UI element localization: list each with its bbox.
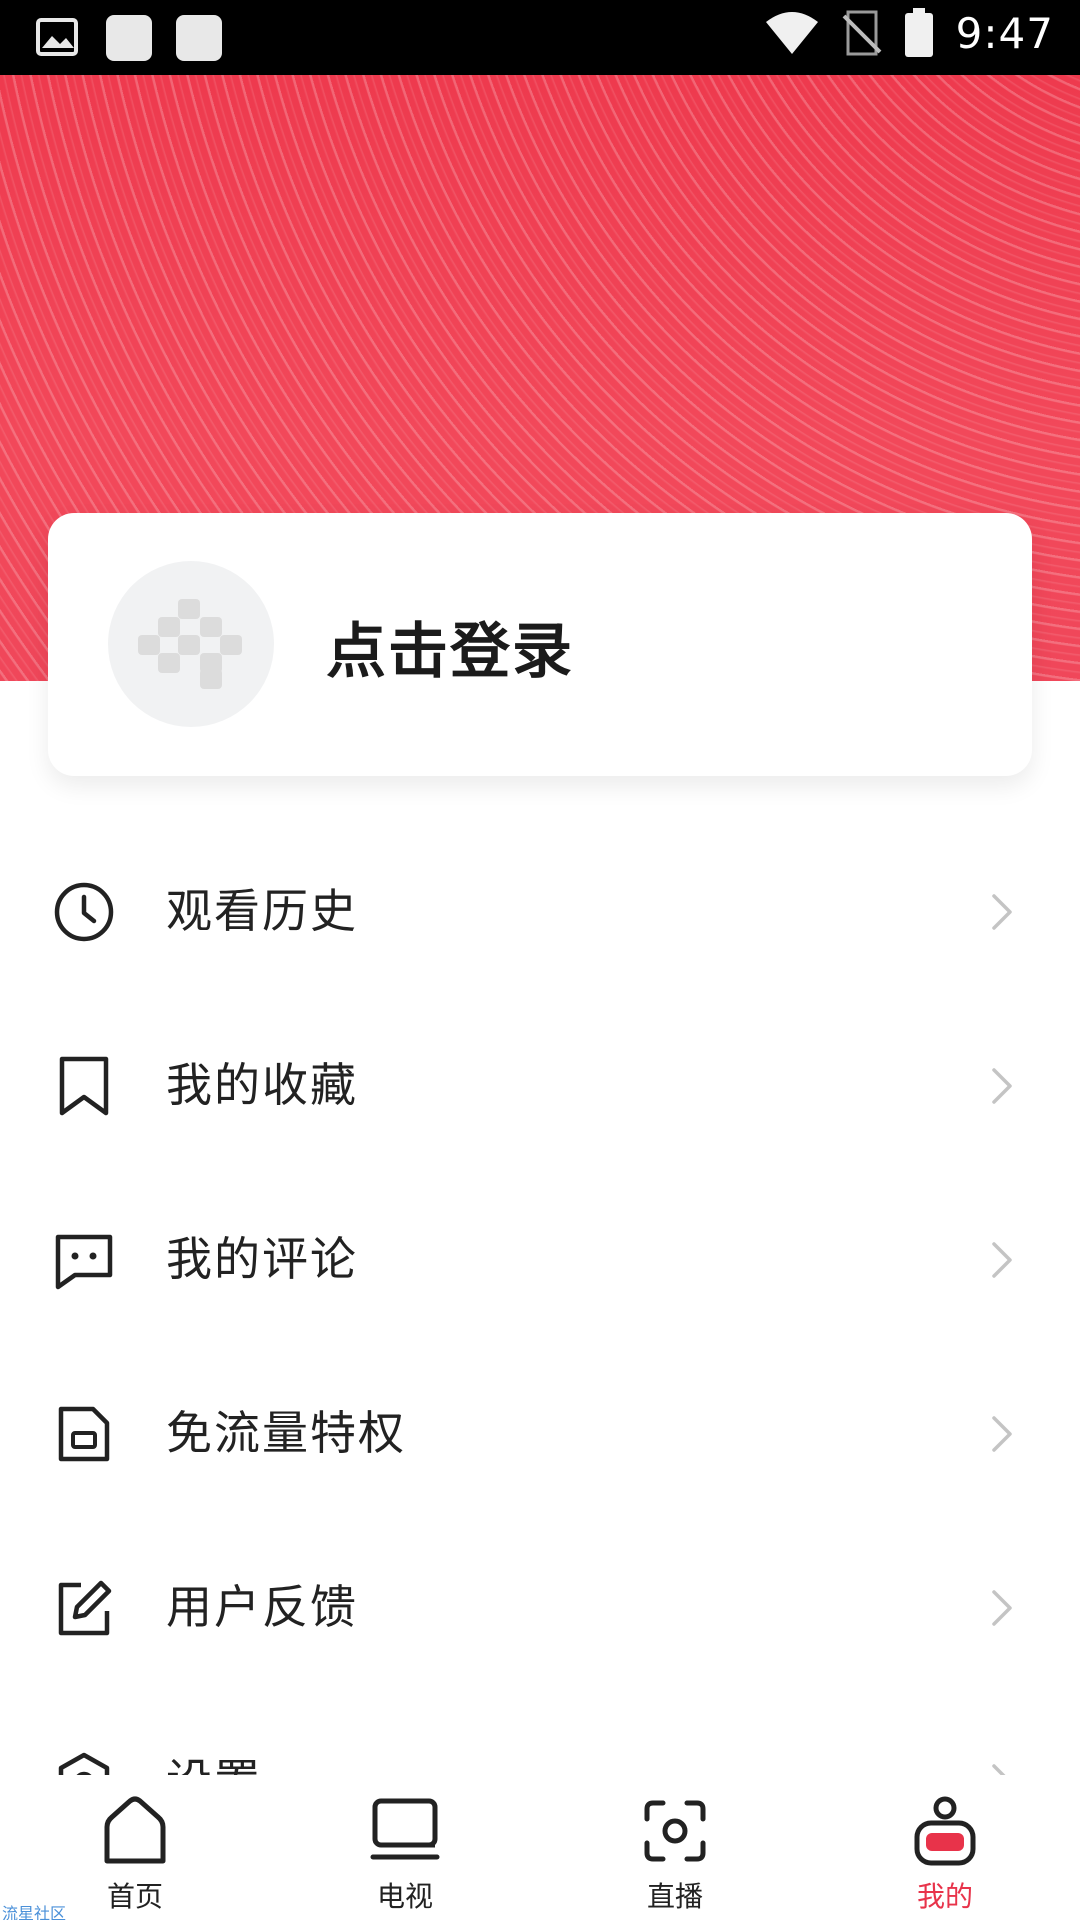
profile-icon bbox=[914, 1796, 976, 1866]
sim-card-icon bbox=[58, 1406, 110, 1462]
no-signal-icon bbox=[842, 10, 882, 56]
bottom-nav: 首页 电视 直播 我的 bbox=[0, 1775, 1080, 1920]
clock-icon bbox=[54, 882, 114, 942]
bookmark-icon bbox=[59, 1056, 109, 1116]
tv-icon bbox=[370, 1798, 440, 1860]
chevron-right-icon bbox=[992, 1590, 1012, 1626]
menu-item-label: 我的收藏 bbox=[166, 1058, 358, 1112]
login-card[interactable]: 点击登录 bbox=[48, 513, 1032, 776]
chevron-right-icon bbox=[992, 894, 1012, 930]
menu-item-label: 我的评论 bbox=[166, 1232, 358, 1286]
status-bar: 9:47 bbox=[0, 0, 1080, 75]
home-icon bbox=[104, 1796, 166, 1864]
live-icon bbox=[644, 1800, 706, 1862]
system-icons: 9:47 bbox=[764, 8, 1054, 58]
default-avatar-icon[interactable] bbox=[108, 561, 274, 727]
battery-icon bbox=[904, 8, 933, 57]
watermark: 流星社区 bbox=[2, 1904, 67, 1920]
menu-item-label: 免流量特权 bbox=[166, 1406, 406, 1460]
chevron-right-icon bbox=[992, 1242, 1012, 1278]
wifi-icon bbox=[765, 12, 818, 54]
status-time: 9:47 bbox=[955, 8, 1054, 58]
edit-icon bbox=[58, 1580, 112, 1636]
notification-square-icon bbox=[106, 15, 152, 61]
menu-item-comments[interactable]: 我的评论 bbox=[0, 1173, 1080, 1347]
nav-item-mine[interactable]: 我的 bbox=[845, 1775, 1045, 1920]
notification-icons bbox=[34, 14, 222, 62]
nav-item-label: 电视 bbox=[376, 1880, 433, 1913]
notification-square-icon bbox=[176, 15, 222, 61]
nav-item-tv[interactable]: 电视 bbox=[305, 1775, 505, 1920]
menu-item-data-free[interactable]: 免流量特权 bbox=[0, 1347, 1080, 1521]
comment-icon bbox=[55, 1234, 113, 1290]
login-button[interactable]: 点击登录 bbox=[326, 603, 574, 690]
nav-item-label: 我的 bbox=[916, 1880, 973, 1913]
nav-item-home[interactable]: 首页 bbox=[35, 1775, 235, 1920]
menu-list: 观看历史 我的收藏 我的评论 免流量特权 用户反馈 bbox=[0, 825, 1080, 1869]
chevron-right-icon bbox=[992, 1416, 1012, 1452]
profile-screen: 9:47 点击登录 观看历史 我的收藏 我的评论 免流量特权 用户反馈 首页 电… bbox=[0, 0, 1080, 1920]
nav-item-label: 直播 bbox=[646, 1880, 703, 1913]
menu-item-label: 用户反馈 bbox=[166, 1580, 358, 1634]
menu-item-label: 观看历史 bbox=[166, 884, 358, 938]
image-notification-icon bbox=[36, 18, 78, 56]
menu-item-feedback[interactable]: 用户反馈 bbox=[0, 1521, 1080, 1695]
menu-item-favorites[interactable]: 我的收藏 bbox=[0, 999, 1080, 1173]
menu-item-watch-history[interactable]: 观看历史 bbox=[0, 825, 1080, 999]
nav-item-live[interactable]: 直播 bbox=[575, 1775, 775, 1920]
chevron-right-icon bbox=[992, 1068, 1012, 1104]
